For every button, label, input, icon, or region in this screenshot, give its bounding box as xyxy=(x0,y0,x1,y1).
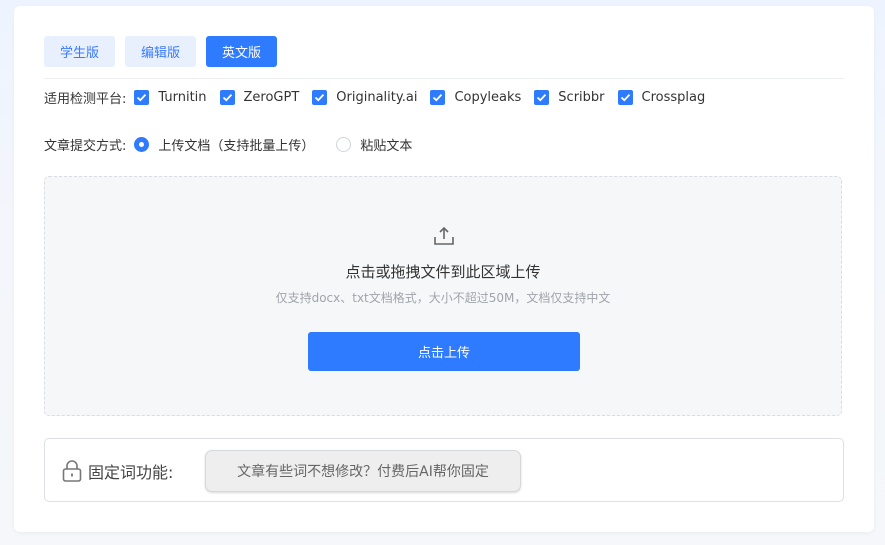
check-icon xyxy=(134,90,150,105)
checkbox-turnitin[interactable]: Turnitin xyxy=(134,90,207,105)
check-icon xyxy=(534,90,550,105)
tab-student[interactable]: 学生版 xyxy=(44,36,116,67)
main-card: 学生版 编辑版 英文版 适用检测平台: Turnitin ZeroGPT Ori… xyxy=(14,6,874,532)
platforms-label: 适用检测平台: xyxy=(44,92,127,107)
check-icon xyxy=(617,90,633,105)
radio-label: 上传文档（支持批量上传） xyxy=(158,139,315,154)
fixed-words-label: 固定词功能: xyxy=(88,463,174,482)
checkbox-label: ZeroGPT xyxy=(243,90,300,105)
radio-paste-text[interactable]: 粘贴文本 xyxy=(336,135,412,154)
divider xyxy=(44,78,844,79)
checkbox-originality[interactable]: Originality.ai xyxy=(312,90,417,105)
checkbox-label: Turnitin xyxy=(158,90,207,105)
checkbox-label: Copyleaks xyxy=(454,90,522,105)
version-tabs: 学生版 编辑版 英文版 xyxy=(44,36,278,67)
checkbox-scribbr[interactable]: Scribbr xyxy=(534,90,605,105)
radio-label: 粘贴文本 xyxy=(360,139,413,154)
submit-method-label: 文章提交方式: xyxy=(44,139,127,154)
checkbox-copyleaks[interactable]: Copyleaks xyxy=(430,90,521,105)
upload-icon xyxy=(433,225,455,247)
checkbox-zerogpt[interactable]: ZeroGPT xyxy=(219,90,300,105)
upload-title: 点击或拖拽文件到此区域上传 xyxy=(345,263,541,281)
submit-method-row: 文章提交方式: 上传文档（支持批量上传） 粘贴文本 xyxy=(44,135,434,154)
radio-upload-document[interactable]: 上传文档（支持批量上传） xyxy=(134,135,314,154)
fixed-words-button[interactable]: 文章有些词不想修改？付费后AI帮你固定 xyxy=(205,450,521,492)
checkbox-label: Originality.ai xyxy=(336,90,418,105)
checkbox-label: Scribbr xyxy=(558,90,605,105)
upload-hint: 仅支持docx、txt文档格式，大小不超过50M，文档仅支持中文 xyxy=(275,291,611,305)
check-icon xyxy=(430,90,446,105)
tab-editor[interactable]: 编辑版 xyxy=(125,36,197,67)
radio-circle xyxy=(134,137,150,152)
checkbox-label: Crossplag xyxy=(641,90,706,105)
upload-dropzone[interactable]: 点击或拖拽文件到此区域上传 仅支持docx、txt文档格式，大小不超过50M，文… xyxy=(44,176,842,416)
check-icon xyxy=(312,90,328,105)
upload-button[interactable]: 点击上传 xyxy=(308,332,580,371)
platforms-row: 适用检测平台: Turnitin ZeroGPT Originality.ai … xyxy=(44,88,718,107)
radio-circle xyxy=(336,137,352,152)
checkbox-crossplag[interactable]: Crossplag xyxy=(617,90,706,105)
tab-english[interactable]: 英文版 xyxy=(206,36,278,67)
fixed-words-panel: 固定词功能: 文章有些词不想修改？付费后AI帮你固定 xyxy=(44,438,844,502)
check-icon xyxy=(219,90,235,105)
lock-icon xyxy=(61,459,83,483)
